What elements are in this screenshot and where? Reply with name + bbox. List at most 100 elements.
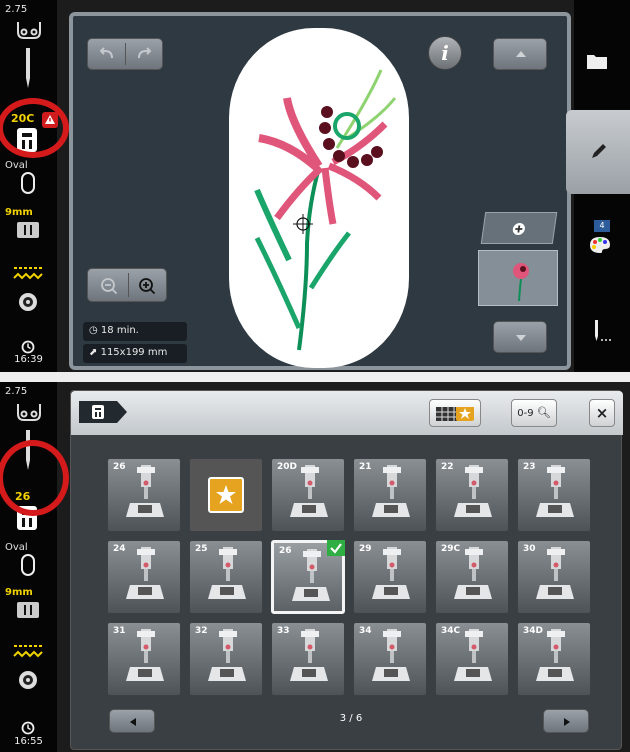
foot-number: 22 [441,462,454,472]
page-indicator: 3 / 6 [339,713,363,724]
presser-foot-tab-icon[interactable] [79,401,127,423]
embroidery-edit-screen: 2.75 20C Oval 9mm 16:39 i ◷ 18 min. ⬈ 11… [0,0,630,372]
previous-page-button[interactable] [109,709,155,733]
color-palette-icon[interactable] [589,236,611,254]
oval-hoop-icon[interactable] [20,554,36,576]
scroll-up-button[interactable] [493,38,547,70]
size-readout: ⬈ 115x199 mm [83,344,187,363]
layer-thumbnail[interactable] [478,250,558,306]
next-page-button[interactable] [543,709,589,733]
numeric-search-button[interactable]: 0-9 🔍︎ [511,399,557,427]
star-icon [208,477,244,513]
presser-foot-tile[interactable]: 25 [189,540,263,614]
presser-foot-tile[interactable]: 33 [271,622,345,696]
right-arrow-icon [564,718,570,726]
undo-redo-group [87,38,163,70]
up-arrow-icon [516,51,526,57]
foot-number: 34C [441,626,461,636]
undo-icon[interactable] [98,47,116,61]
bobbin-icon[interactable] [17,291,39,313]
highlight-circle [0,98,69,158]
checkmark-icon [327,540,345,556]
presser-foot-tile[interactable]: 21 [353,458,427,532]
foot-number: 25 [195,544,208,554]
redo-icon[interactable] [135,47,153,61]
presser-foot-tile[interactable]: 24 [107,540,181,614]
edit-tab[interactable] [566,110,630,194]
tension-value: 2.75 [5,4,28,15]
presser-foot-tile[interactable]: 29 [353,540,427,614]
bobbin-icon[interactable] [17,669,39,691]
duration-readout: ◷ 18 min. [83,322,187,341]
presser-foot-tile[interactable]: 34 [353,622,427,696]
zoom-in-icon[interactable] [138,277,156,295]
foot-number: 26 [113,462,126,472]
foot-number: 29C [441,544,461,554]
foot-number: 34 [359,626,372,636]
status-sidebar: 2.75 20C Oval 9mm 16:39 [0,0,58,372]
presser-foot-tile[interactable]: 34C [435,622,509,696]
presser-foot-tile[interactable]: 32 [189,622,263,696]
panel-header: 0-9 🔍︎ × [71,391,623,435]
presser-foot-tile[interactable]: 29C [435,540,509,614]
foot-number: 20D [277,462,297,472]
presser-foot-tile[interactable]: 20D [271,458,345,532]
screen-separator [0,372,630,382]
stitch-plate-icon[interactable] [17,222,39,238]
stitch-width-label: 9mm [5,587,33,598]
zoom-out-icon[interactable] [100,277,118,295]
hoop-label: Oval [5,160,28,171]
presser-foot-tile[interactable]: 22 [435,458,509,532]
foot-selection-panel: 0-9 🔍︎ × 26 20D 21 22 23 24 25 26 29 29C 30 31 32 33 3… [70,390,623,750]
flower-embroidery-design[interactable] [229,28,409,368]
foot-number: 26 [279,546,292,556]
design-thumbnail-icon [513,263,529,301]
foot-number: 33 [277,626,290,636]
right-toolbar: 4 [566,0,630,372]
thread-tension-icon[interactable] [14,18,44,42]
embroidery-canvas-panel: i ◷ 18 min. ⬈ 115x199 mm [69,12,571,370]
presser-foot-selection-screen: 2.75 26 Oval 9mm 16:55 0-9 🔍︎ × 26 20D 2… [0,382,630,752]
stitch-out-icon[interactable] [592,320,612,342]
favorite-tile[interactable] [189,458,263,532]
clock-time: 16:55 [14,736,43,747]
size-value: 115x199 mm [100,347,168,358]
clock-icon [21,721,35,735]
favorites-view-button[interactable] [429,399,481,427]
presser-foot-tile[interactable]: 31 [107,622,181,696]
foot-number: 34D [523,626,543,636]
foot-number: 21 [359,462,372,472]
status-sidebar: 2.75 26 Oval 9mm 16:55 [0,382,57,752]
stitch-plate-icon[interactable] [17,602,39,618]
folder-icon[interactable] [586,52,608,70]
thread-tension-icon[interactable] [14,400,44,424]
foot-number: 31 [113,626,126,636]
duration-value: 18 min. [100,325,139,336]
foot-number: 32 [195,626,208,636]
layer-add-panel[interactable] [480,212,558,244]
needle-icon[interactable] [22,48,34,88]
clock-icon: ◷ [89,325,98,336]
presser-foot-tile[interactable]: 30 [517,540,591,614]
feed-dog-icon[interactable] [12,265,44,283]
close-button[interactable]: × [589,399,615,427]
foot-number: 23 [523,462,536,472]
oval-hoop-icon[interactable] [20,172,36,194]
clock-icon [21,340,35,354]
presser-foot-tile[interactable]: 26 [107,458,181,532]
feed-dog-icon[interactable] [12,643,44,661]
left-arrow-icon [130,718,136,726]
presser-foot-tile[interactable]: 34D [517,622,591,696]
presser-foot-tile[interactable]: 23 [517,458,591,532]
foot-number: 29 [359,544,372,554]
info-button[interactable]: i [428,36,462,70]
grid-favorites-icon [436,407,474,421]
presser-foot-tile-selected[interactable]: 26 [271,540,345,614]
scroll-down-button[interactable] [493,321,547,353]
hoop-area[interactable] [229,28,409,368]
clock-time: 16:39 [14,354,43,365]
stitch-width-label: 9mm [5,207,33,218]
foot-number: 24 [113,544,126,554]
color-count-badge: 4 [594,220,610,232]
search-icon: 🔍︎ [536,406,551,419]
